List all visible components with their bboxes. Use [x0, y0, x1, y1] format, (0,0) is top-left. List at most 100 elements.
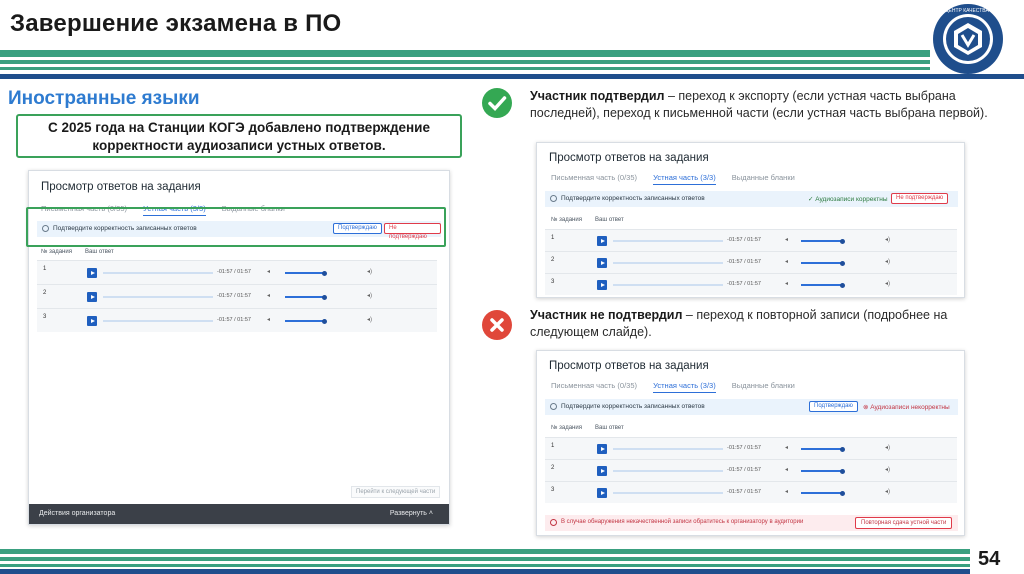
volume-icon[interactable]: ◂: [785, 466, 788, 473]
audio-time: -01:57 / 01:57: [727, 467, 761, 473]
play-icon[interactable]: [597, 444, 607, 454]
table-row: 1 -01:57 / 01:57 ◂ ◂): [37, 260, 437, 284]
status-correct: ✓ Аудиозаписи корректны: [808, 196, 888, 203]
audio-time: -01:57 / 01:57: [727, 445, 761, 451]
organizer-actions-bar[interactable]: Действия организатора Развернуть ˄: [29, 504, 449, 524]
rejected-lead: Участник не подтвердил: [530, 308, 683, 322]
next-part-button[interactable]: Перейти к следующей части: [351, 486, 441, 498]
tab-written[interactable]: Письменная часть (0/35): [551, 381, 637, 390]
volume-knob[interactable]: [322, 318, 327, 324]
confirmed-lead: Участник подтвердил: [530, 89, 665, 103]
audio-track[interactable]: [103, 320, 213, 322]
volume-icon[interactable]: ◂: [785, 236, 788, 243]
table-row: 3 -01:57 / 01:57 ◂ ◂): [37, 308, 437, 332]
volume-knob[interactable]: [322, 270, 327, 276]
row-num: 1: [43, 266, 47, 272]
header-stripe-navy: [0, 74, 1024, 79]
volume-knob[interactable]: [840, 282, 845, 288]
play-icon[interactable]: [597, 236, 607, 246]
tab-forms[interactable]: Выданные бланки: [732, 173, 795, 182]
volume-max-icon: ◂): [367, 293, 373, 299]
row-num: 2: [551, 465, 555, 471]
col-header-answer: Ваш ответ: [85, 249, 114, 255]
deny-button[interactable]: Не подтверждаю: [891, 193, 949, 204]
col-header-answer: Ваш ответ: [595, 425, 624, 431]
check-icon: [482, 88, 512, 118]
volume-icon[interactable]: ◂: [785, 488, 788, 495]
audio-track[interactable]: [613, 492, 723, 494]
volume-slider[interactable]: [285, 272, 325, 274]
logo-text: МОСКОВСКИЙ ЦЕНТР КАЧЕСТВА ОБРАЗОВАНИЯ: [932, 6, 1004, 14]
row-num: 3: [551, 279, 555, 285]
volume-slider[interactable]: [801, 262, 843, 264]
status-incorrect: ⊗ Аудиозаписи некорректны: [863, 404, 950, 411]
audio-track[interactable]: [103, 272, 213, 274]
volume-max-icon: ◂): [367, 269, 373, 275]
volume-knob[interactable]: [840, 260, 845, 266]
answers-screen-confirmed: Просмотр ответов на задания Письменная ч…: [536, 142, 965, 298]
volume-icon[interactable]: ◂: [785, 258, 788, 265]
row-num: 1: [551, 235, 555, 241]
tab-oral[interactable]: Устная часть (3/3): [653, 381, 716, 393]
volume-icon[interactable]: ◂: [267, 268, 270, 275]
row-num: 1: [551, 443, 555, 449]
audio-track[interactable]: [103, 296, 213, 298]
audio-time: -01:57 / 01:57: [727, 259, 761, 265]
volume-knob[interactable]: [840, 238, 845, 244]
audio-time: -01:57 / 01:57: [217, 293, 251, 299]
volume-knob[interactable]: [840, 468, 845, 474]
col-header-num: № задания: [41, 249, 72, 255]
volume-slider[interactable]: [801, 492, 843, 494]
volume-slider[interactable]: [801, 448, 843, 450]
audio-track[interactable]: [613, 262, 723, 264]
audio-track[interactable]: [613, 240, 723, 242]
volume-slider[interactable]: [801, 240, 843, 242]
play-icon[interactable]: [87, 316, 97, 326]
tab-oral[interactable]: Устная часть (3/3): [653, 173, 716, 185]
play-icon[interactable]: [597, 258, 607, 268]
audio-track[interactable]: [613, 448, 723, 450]
row-num: 2: [551, 257, 555, 263]
table-row: 1 -01:57 / 01:57 ◂ ◂): [545, 437, 957, 459]
play-icon[interactable]: [597, 466, 607, 476]
table-row: 3 -01:57 / 01:57 ◂ ◂): [545, 481, 957, 503]
retry-oral-button[interactable]: Повторная сдача устной части: [855, 517, 953, 529]
status-label: Аудиозаписи корректны: [815, 196, 888, 203]
play-icon[interactable]: [597, 280, 607, 290]
expand-button[interactable]: Развернуть ˄: [390, 510, 433, 517]
tab-forms[interactable]: Выданные бланки: [732, 381, 795, 390]
highlight-frame: [26, 207, 446, 247]
volume-icon[interactable]: ◂: [267, 316, 270, 323]
volume-knob[interactable]: [322, 294, 327, 300]
audio-time: -01:57 / 01:57: [727, 281, 761, 287]
volume-knob[interactable]: [840, 490, 845, 496]
volume-slider[interactable]: [285, 296, 325, 298]
error-x-icon: [482, 310, 512, 340]
confirm-button[interactable]: Подтверждаю: [809, 401, 858, 412]
slide-title: Завершение экзамена в ПО: [10, 10, 342, 37]
volume-slider[interactable]: [285, 320, 325, 322]
volume-slider[interactable]: [801, 284, 843, 286]
volume-slider[interactable]: [801, 470, 843, 472]
audio-track[interactable]: [613, 470, 723, 472]
audio-track[interactable]: [613, 284, 723, 286]
screen-title: Просмотр ответов на задания: [549, 360, 709, 372]
volume-knob[interactable]: [840, 446, 845, 452]
confirm-banner: Подтвердите корректность записанных отве…: [545, 191, 958, 207]
play-icon[interactable]: [87, 268, 97, 278]
header-stripe: [0, 67, 930, 70]
tab-written[interactable]: Письменная часть (0/35): [551, 173, 637, 182]
row-num: 3: [43, 314, 47, 320]
play-icon[interactable]: [87, 292, 97, 302]
volume-icon[interactable]: ◂: [785, 444, 788, 451]
row-num: 3: [551, 487, 555, 493]
status-label: Аудиозаписи некорректны: [870, 404, 950, 411]
play-icon[interactable]: [597, 488, 607, 498]
volume-icon[interactable]: ◂: [267, 292, 270, 299]
volume-icon[interactable]: ◂: [785, 280, 788, 287]
table-row: 2 -01:57 / 01:57 ◂ ◂): [545, 459, 957, 481]
col-header-answer: Ваш ответ: [595, 217, 624, 223]
tab-bar: Письменная часть (0/35) Устная часть (3/…: [551, 173, 809, 185]
row-num: 2: [43, 290, 47, 296]
col-header-num: № задания: [551, 425, 582, 431]
